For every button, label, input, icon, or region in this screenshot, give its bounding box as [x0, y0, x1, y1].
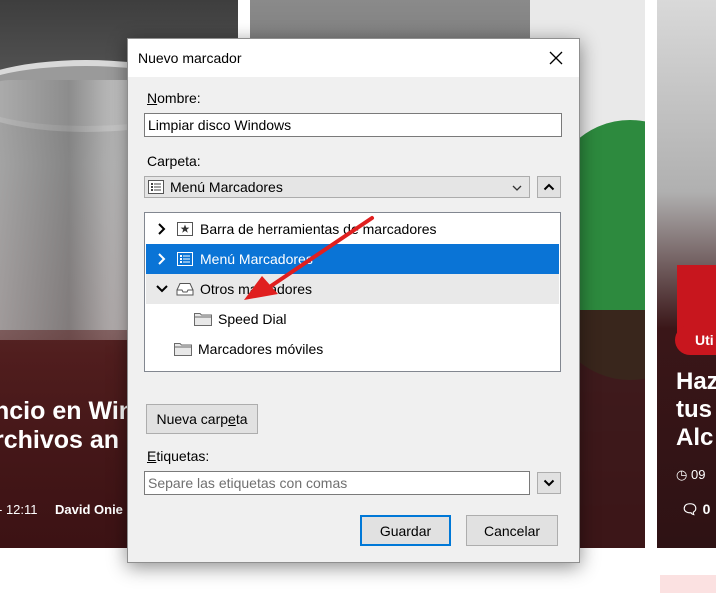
chevron-up-icon — [543, 183, 555, 191]
tags-input[interactable]: Separe las etiquetas con comas — [144, 471, 530, 495]
folder-label: Carpeta: — [147, 153, 201, 169]
article-headline[interactable]: ncio en Win rchivos an — [0, 397, 134, 455]
new-bookmark-dialog: Nuevo marcador Nombre: Limpiar disco Win… — [127, 38, 580, 563]
tree-item-menu[interactable]: Menú Marcadores — [146, 244, 559, 274]
tree-item-toolbar[interactable]: Barra de herramientas de marcadores — [146, 214, 559, 244]
close-button[interactable] — [533, 39, 579, 77]
tags-dropdown-button[interactable] — [537, 472, 561, 494]
folder-selected-value: Menú Marcadores — [170, 179, 283, 195]
tree-item-mobile[interactable]: Marcadores móviles — [146, 334, 559, 364]
tree-item-label: Barra de herramientas de marcadores — [200, 221, 437, 237]
tree-item-speed-dial[interactable]: Speed Dial — [146, 304, 559, 334]
chevron-right-icon[interactable] — [154, 251, 170, 267]
article-date: ◷ 09 — [676, 467, 706, 482]
tray-icon — [176, 281, 194, 297]
tree-item-label: Otros marcadores — [200, 281, 313, 297]
tree-item-label: Marcadores móviles — [198, 341, 324, 357]
comment-icon: 🗨 — [681, 501, 699, 517]
dialog-titlebar[interactable]: Nuevo marcador — [128, 39, 579, 77]
chevron-down-icon[interactable] — [154, 281, 170, 297]
article-comments[interactable]: 🗨 0 — [681, 501, 710, 518]
folder-tree[interactable]: Barra de herramientas de marcadores Menú… — [144, 212, 561, 372]
new-folder-button[interactable]: Nueva carp e ta — [146, 404, 258, 434]
category-badge[interactable]: Uti — [675, 325, 716, 355]
dialog-title: Nuevo marcador — [138, 50, 242, 66]
close-icon — [549, 51, 563, 65]
tree-item-other[interactable]: Otros marcadores — [146, 274, 559, 304]
folder-icon — [194, 311, 212, 327]
article-headline[interactable]: Haz tus Alc — [676, 368, 716, 452]
article-time: - 12:11 — [0, 502, 38, 517]
tags-label: Etiquetas: — [147, 448, 210, 464]
name-label: Nombre: — [147, 90, 201, 106]
folder-icon — [174, 341, 192, 357]
name-input[interactable]: Limpiar disco Windows — [144, 113, 562, 137]
menu-list-icon — [148, 180, 164, 194]
star-folder-icon — [176, 221, 194, 237]
article-card-right[interactable]: Uti Haz tus Alc ◷ 09 🗨 0 — [657, 0, 716, 548]
tree-item-label: Menú Marcadores — [200, 251, 313, 267]
chevron-down-icon — [543, 479, 555, 487]
collapse-tree-button[interactable] — [537, 176, 561, 198]
menu-list-icon — [176, 251, 194, 267]
folder-select[interactable]: Menú Marcadores — [144, 176, 530, 198]
clock-icon: ◷ — [676, 467, 688, 482]
chevron-down-icon — [511, 181, 523, 199]
page-decoration — [660, 575, 716, 593]
cancel-button[interactable]: Cancelar — [466, 515, 558, 546]
article-author[interactable]: David Onie — [55, 502, 123, 517]
tree-item-label: Speed Dial — [218, 311, 287, 327]
save-button[interactable]: Guardar — [360, 515, 451, 546]
chevron-right-icon[interactable] — [154, 221, 170, 237]
